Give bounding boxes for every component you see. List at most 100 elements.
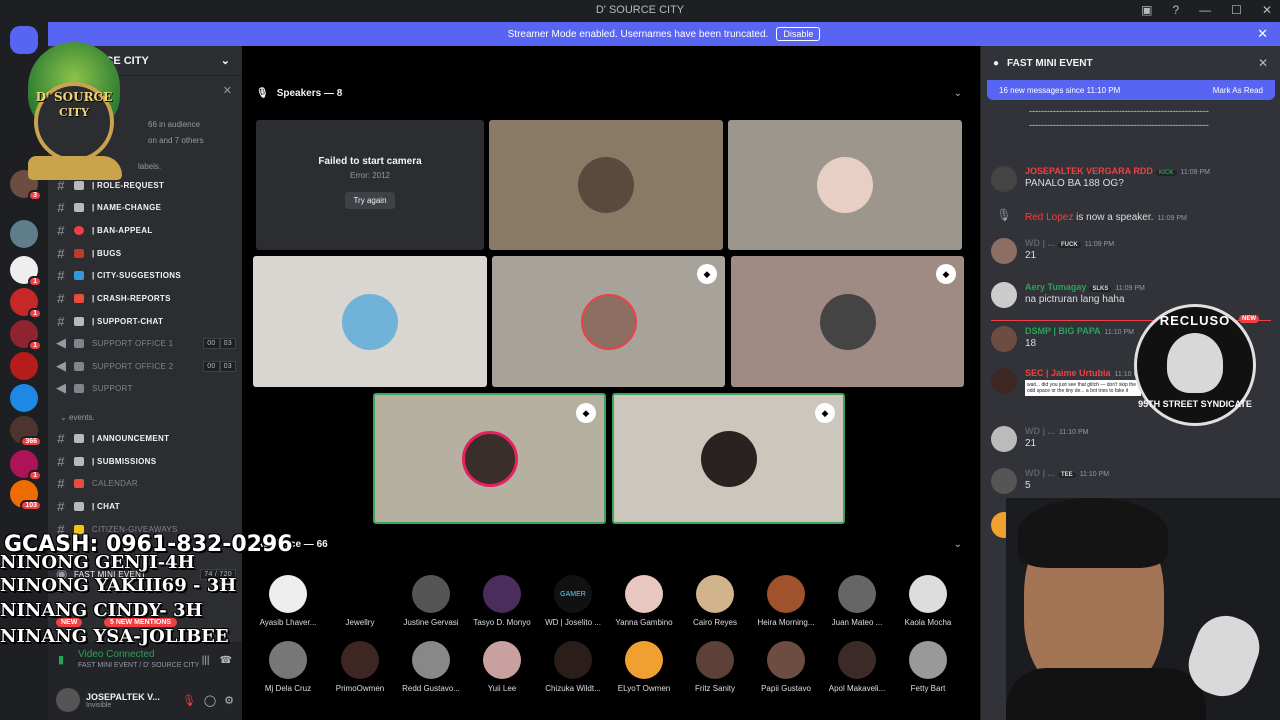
- author-name[interactable]: WD | ...: [1025, 426, 1055, 436]
- server-icon[interactable]: [10, 384, 38, 412]
- speaker-tile[interactable]: [253, 256, 487, 387]
- close-window-icon[interactable]: ✕: [1262, 3, 1272, 17]
- channel-bugs[interactable]: # | BUGS: [56, 243, 236, 263]
- voice-support-office-1[interactable]: ◀ SUPPORT OFFICE 1 00 03: [56, 333, 236, 353]
- category-labels[interactable]: labels.: [138, 162, 161, 171]
- message-body: WD | ... TEE 11:10 PM 5: [1025, 468, 1109, 494]
- server-icon[interactable]: [10, 220, 38, 248]
- close-icon[interactable]: ✕: [223, 84, 232, 97]
- author-name[interactable]: SEC | Jaime Urtubia: [1025, 368, 1111, 378]
- category-events[interactable]: ⌄ events.: [60, 413, 95, 422]
- chat-message[interactable]: 🎙 Red Lopez is now a speaker. 11:09 PM: [991, 208, 1271, 234]
- voice-support[interactable]: ◀ SUPPORT: [56, 378, 236, 398]
- audience-member[interactable]: PrimoOwmen: [325, 641, 395, 693]
- server-icon[interactable]: 1: [10, 450, 42, 481]
- microphone-icon: 🎙: [996, 208, 1012, 222]
- audience-member[interactable]: Tasyo D. Monyo: [467, 575, 537, 627]
- audience-member[interactable]: Yuii Lee: [467, 641, 537, 693]
- audience-member[interactable]: Jewellry: [325, 575, 395, 627]
- audience-member[interactable]: Heira Morning...: [751, 575, 821, 627]
- avatar[interactable]: [991, 238, 1017, 264]
- speaker-tile[interactable]: ◆: [373, 393, 606, 524]
- avatar[interactable]: [991, 368, 1017, 394]
- minimize-icon[interactable]: —: [1199, 3, 1211, 17]
- chevron-down-icon[interactable]: ⌄: [221, 54, 230, 67]
- chat-message[interactable]: WD | ... TEE 11:10 PM 5: [991, 468, 1271, 494]
- avatar[interactable]: [991, 468, 1017, 494]
- new-messages-bar[interactable]: 16 new messages since 11:10 PM Mark As R…: [987, 80, 1275, 100]
- author-name[interactable]: Aery Tumagay: [1025, 282, 1086, 292]
- server-icon[interactable]: 1: [10, 288, 42, 319]
- chat-message[interactable]: WD | ... FUCK 11:09 PM 21: [991, 238, 1271, 264]
- author-name[interactable]: DSMP | BIG PAPA: [1025, 326, 1101, 336]
- audience-member[interactable]: Chizuka Wildt...: [538, 641, 608, 693]
- help-icon[interactable]: ?: [1172, 3, 1179, 17]
- server-icon[interactable]: 1: [10, 320, 42, 351]
- maximize-icon[interactable]: ☐: [1231, 3, 1242, 17]
- speaker-tile[interactable]: [728, 120, 962, 250]
- channel-city-suggestions[interactable]: # | CITY-SUGGESTIONS: [56, 265, 236, 285]
- speaker-tile[interactable]: ◆: [612, 393, 845, 524]
- audience-member[interactable]: Papii Gustavo: [751, 641, 821, 693]
- settings-gear-icon[interactable]: ⚙: [224, 694, 234, 707]
- speaker-tile[interactable]: ◆: [492, 256, 725, 387]
- audience-member[interactable]: Justine Gervasi: [396, 575, 466, 627]
- speaker-tile[interactable]: [489, 120, 723, 250]
- server-icon[interactable]: 366: [10, 416, 42, 447]
- speakers-section-header[interactable]: 🎙 Speakers — 8: [256, 88, 342, 99]
- channel-crash-reports[interactable]: # | CRASH-REPORTS: [56, 288, 236, 308]
- disable-streamer-button[interactable]: Disable: [776, 27, 821, 41]
- mark-as-read-button[interactable]: Mark As Read: [1213, 86, 1263, 95]
- audience-member[interactable]: Cairo Reyes: [680, 575, 750, 627]
- author-name[interactable]: WD | ...: [1025, 238, 1055, 248]
- author-name[interactable]: JOSEPALTEK VERGARA RDD: [1025, 166, 1153, 176]
- audience-member[interactable]: Juan Mateo ...: [822, 575, 892, 627]
- inbox-icon[interactable]: ▣: [1141, 3, 1152, 17]
- voice-support-office-2[interactable]: ◀ SUPPORT OFFICE 2 00 03: [56, 356, 236, 376]
- audience-member[interactable]: Fritz Sanity: [680, 641, 750, 693]
- user-info[interactable]: JOSEPALTEK V... Invisible: [86, 692, 160, 709]
- headphones-icon[interactable]: ◯: [204, 694, 216, 707]
- avatar: [342, 293, 398, 350]
- channel-submissions[interactable]: # | SUBMISSIONS: [56, 451, 236, 471]
- audience-member[interactable]: Kaola Mocha: [893, 575, 963, 627]
- server-icon[interactable]: [10, 352, 38, 380]
- disconnect-icon[interactable]: ☎: [220, 655, 232, 666]
- channel-ban-appeal[interactable]: # | BAN-APPEAL: [56, 220, 236, 240]
- author-name[interactable]: WD | ...: [1025, 468, 1055, 478]
- audience-member[interactable]: Mj Dela Cruz: [253, 641, 323, 693]
- audience-member[interactable]: Redd Gustavo...: [396, 641, 466, 693]
- audience-member[interactable]: ELyoT Owmen: [609, 641, 679, 693]
- chat-message[interactable]: WD | ... 11:10 PM 21: [991, 426, 1271, 452]
- avatar[interactable]: [991, 282, 1017, 308]
- speaker-tile[interactable]: ◆: [731, 256, 964, 387]
- chevron-down-icon[interactable]: ⌄: [954, 88, 962, 99]
- channel-name-change[interactable]: # | NAME-CHANGE: [56, 197, 236, 217]
- soundboard-icon[interactable]: |||: [202, 655, 210, 666]
- avatar[interactable]: [56, 688, 80, 712]
- donor-line: NINONG YAKIII69 - 3H: [0, 575, 237, 596]
- avatar[interactable]: [991, 326, 1017, 352]
- try-again-button[interactable]: Try again: [345, 192, 395, 209]
- avatar[interactable]: [991, 426, 1017, 452]
- channel-support-chat[interactable]: # | SUPPORT-CHAT: [56, 311, 236, 331]
- server-icon[interactable]: 1: [10, 256, 42, 287]
- audience-member[interactable]: Fetty Bart: [893, 641, 963, 693]
- mute-mic-icon[interactable]: 🎙: [182, 694, 196, 707]
- channel-calendar[interactable]: # CALENDAR: [56, 473, 236, 493]
- chat-message[interactable]: Aery Tumagay SLKS 11:09 PM na pictruran la…: [991, 282, 1271, 308]
- author-name[interactable]: Red Lopez: [1025, 212, 1073, 223]
- audience-member[interactable]: Apol Makaveli...: [822, 641, 892, 693]
- close-chat-icon[interactable]: ✕: [1258, 56, 1268, 70]
- channel-announcement[interactable]: # | ANNOUNCEMENT: [56, 428, 236, 448]
- chat-message[interactable]: JOSEPALTEK VERGARA RDD KICK 11:09 PM PANAL…: [991, 166, 1271, 192]
- channel-chat[interactable]: # | CHAT: [56, 496, 236, 516]
- audience-member[interactable]: Yanna Gambino: [609, 575, 679, 627]
- server-icon[interactable]: 103: [10, 480, 42, 511]
- close-banner-icon[interactable]: ✕: [1257, 26, 1268, 42]
- avatar[interactable]: [991, 166, 1017, 192]
- audience-member[interactable]: Ayasib Lhaver...: [253, 575, 323, 627]
- chevron-down-icon[interactable]: ⌄: [954, 539, 962, 550]
- audience-member[interactable]: GAMER WD | Joselito ...: [538, 575, 608, 627]
- clown-skull-icon: [1167, 333, 1223, 393]
